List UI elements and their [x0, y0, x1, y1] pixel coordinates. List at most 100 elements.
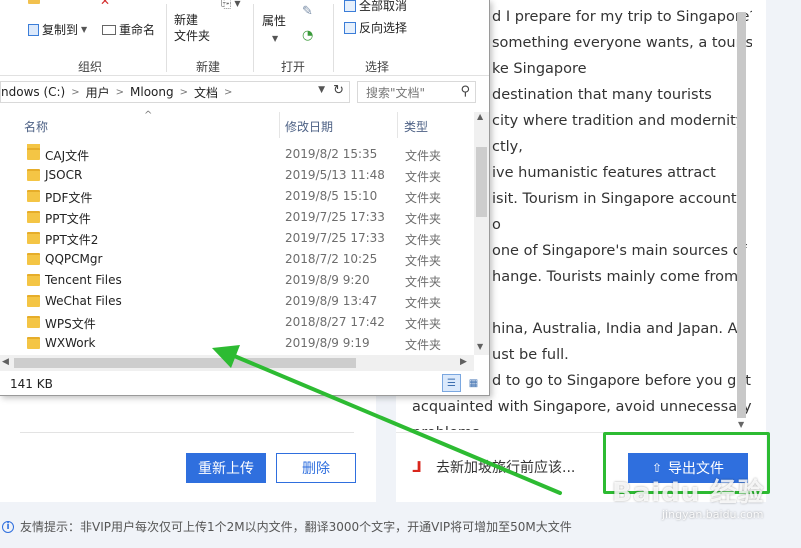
file-name: Tencent Files [45, 273, 122, 287]
table-row[interactable]: PPT文件 2019/7/25 17:33 文件夹 [0, 207, 474, 228]
table-row[interactable]: PDF文件 2019/8/5 15:10 文件夹 [0, 186, 474, 207]
new-item-icon: ⎘ [221, 0, 232, 11]
search-icon[interactable]: ⚲ [460, 84, 470, 99]
chevron-right-icon[interactable]: > [180, 87, 188, 98]
result-file[interactable]: ⅃ 去新加坡旅行前应该... [412, 457, 575, 477]
address-bar[interactable]: ndows (C:) > 用户 > Mloong > 文档 > ▼ ↻ [0, 81, 350, 103]
column-separator[interactable] [279, 112, 280, 138]
file-name: WeChat Files [45, 294, 122, 308]
reupload-button[interactable]: 重新上传 [186, 453, 266, 483]
select-none-label: 全部取消 [359, 0, 408, 13]
ribbon-separator [333, 4, 334, 72]
invert-selection-label: 反向选择 [359, 21, 408, 35]
column-type[interactable]: 类型 [404, 118, 428, 135]
table-row[interactable]: PPT文件2 2019/7/25 17:33 文件夹 [0, 228, 474, 249]
vertical-scrollbar[interactable]: ▲ ▼ [474, 112, 489, 355]
scroll-right-icon[interactable]: ▶ [460, 357, 467, 367]
scroll-thumb[interactable] [14, 358, 356, 368]
new-folder-label-1: 新建 [174, 13, 199, 27]
file-name: PDF文件 [45, 191, 93, 205]
table-row[interactable]: JSOCR 2019/5/13 11:48 文件夹 [0, 165, 474, 186]
scroll-left-icon[interactable]: ◀ [2, 357, 9, 367]
status-bar: 141 KB ☰ ▦ [0, 372, 489, 394]
sort-up-icon: ^ [144, 110, 153, 121]
folder-icon [27, 148, 40, 160]
ribbon-history[interactable]: ◔ [302, 28, 313, 43]
column-date[interactable]: 修改日期 [285, 118, 333, 135]
group-new: 新建 [196, 60, 221, 74]
file-date: 2019/8/2 15:35 [285, 147, 378, 161]
scroll-thumb[interactable] [476, 147, 487, 217]
file-type: 文件夹 [405, 296, 442, 310]
tiles-view-icon[interactable]: ▦ [464, 374, 483, 392]
ribbon-move-to[interactable] [28, 0, 40, 4]
file-type: 文件夹 [405, 170, 442, 184]
folder-icon [27, 337, 40, 349]
chevron-down-icon: ▼ [234, 0, 241, 8]
file-name: JSOCR [45, 168, 83, 182]
pdf-icon: ⅃ [412, 458, 422, 476]
ribbon-copy-to[interactable]: 复制到 ▼ [28, 21, 87, 38]
ribbon-properties[interactable]: 属性 [262, 12, 286, 29]
file-list: CAJ文件 2019/8/2 15:35 文件夹 JSOCR 2019/5/13 11:… [0, 144, 474, 354]
properties-label: 属性 [262, 14, 287, 28]
preview-scroll-down-icon[interactable]: ▼ [738, 420, 744, 429]
ribbon-separator [253, 4, 254, 72]
file-date: 2019/8/9 9:19 [285, 336, 370, 350]
scroll-up-icon[interactable]: ▲ [477, 112, 483, 121]
file-date: 2018/7/2 10:25 [285, 252, 378, 266]
chevron-right-icon[interactable]: > [116, 87, 124, 98]
breadcrumb-user[interactable]: Mloong [130, 85, 174, 99]
folder-icon [27, 316, 40, 328]
delete-button[interactable]: 删除 [276, 453, 356, 483]
breadcrumb-drive[interactable]: ndows (C:) [1, 85, 65, 99]
column-name[interactable]: 名称 [24, 118, 48, 135]
preview-scrollbar[interactable] [737, 12, 746, 418]
chevron-down-icon: ▼ [81, 25, 88, 34]
column-separator[interactable] [397, 112, 398, 138]
folder-icon [27, 190, 40, 202]
folder-icon [27, 232, 40, 244]
ribbon-rename[interactable]: 重命名 [102, 21, 155, 38]
explorer-ribbon: ✕ 复制到 ▼ 重命名 新建 文件夹 ⎘ ▼ 属性 ▼ ✎ ◔ 全部取消 反向选… [0, 0, 489, 76]
file-type: 文件夹 [405, 275, 442, 289]
table-row[interactable]: QQPCMgr 2018/7/2 10:25 文件夹 [0, 249, 474, 270]
table-row[interactable]: WeChat Files 2019/8/9 13:47 文件夹 [0, 291, 474, 312]
ribbon-invert-selection[interactable]: 反向选择 [344, 19, 407, 36]
chevron-right-icon[interactable]: > [71, 87, 79, 98]
scroll-down-icon[interactable]: ▼ [477, 342, 483, 351]
file-date: 2019/7/25 17:33 [285, 231, 385, 245]
ribbon-select-none[interactable]: 全部取消 [344, 0, 407, 14]
refresh-icon[interactable]: ↻ [333, 83, 344, 98]
horizontal-scrollbar[interactable]: ◀ ▶ [0, 355, 474, 371]
ribbon-edit[interactable]: ✎ [302, 4, 313, 19]
search-placeholder: 搜索"文档" [366, 85, 426, 100]
details-view-icon[interactable]: ☰ [442, 374, 461, 392]
ribbon-delete[interactable]: ✕ [100, 0, 110, 8]
folder-icon [27, 253, 40, 265]
table-row[interactable]: WXWork 2019/8/9 9:19 文件夹 [0, 333, 474, 354]
breadcrumb-users[interactable]: 用户 [86, 84, 110, 101]
file-explorer-dialog: ✕ 复制到 ▼ 重命名 新建 文件夹 ⎘ ▼ 属性 ▼ ✎ ◔ 全部取消 反向选… [0, 0, 490, 396]
edit-icon: ✎ [302, 4, 313, 19]
file-name: QQPCMgr [45, 252, 103, 266]
table-row[interactable]: CAJ文件 2019/8/2 15:35 文件夹 [0, 144, 474, 165]
file-name: PPT文件 [45, 212, 91, 226]
ribbon-new-folder[interactable]: 新建 文件夹 [174, 12, 210, 44]
ribbon-separator [166, 4, 167, 72]
breadcrumb-documents[interactable]: 文档 [194, 84, 218, 101]
file-date: 2019/5/13 11:48 [285, 168, 385, 182]
chevron-right-icon[interactable]: > [224, 87, 232, 98]
file-type: 文件夹 [405, 191, 442, 205]
search-input[interactable]: 搜索"文档" ⚲ [357, 81, 476, 103]
new-folder-label-2: 文件夹 [174, 29, 211, 43]
ribbon-new-item[interactable]: ⎘ ▼ [221, 0, 241, 11]
copy-to-label: 复制到 [42, 23, 79, 37]
file-type: 文件夹 [405, 338, 442, 352]
chevron-down-icon[interactable]: ▼ [318, 85, 325, 95]
ribbon-properties-dropdown[interactable]: ▼ [272, 34, 278, 43]
table-row[interactable]: WPS文件 2018/8/27 17:42 文件夹 [0, 312, 474, 333]
breadcrumb: ndows (C:) > 用户 > Mloong > 文档 > [1, 84, 232, 101]
folder-icon [27, 169, 40, 181]
table-row[interactable]: Tencent Files 2019/8/9 9:20 文件夹 [0, 270, 474, 291]
